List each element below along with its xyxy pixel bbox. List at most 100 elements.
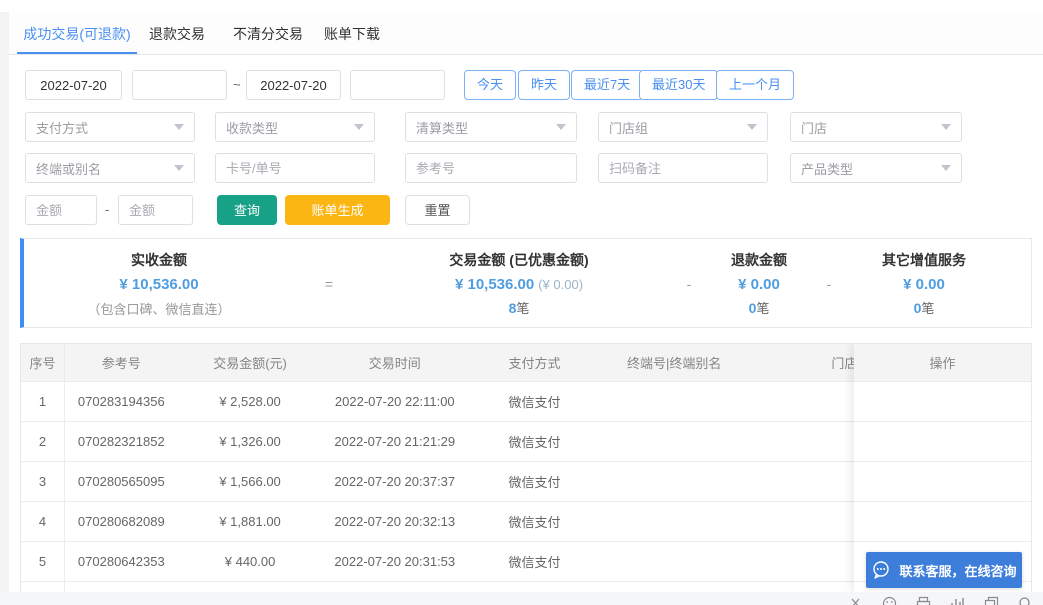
- transaction-amount-main: ¥ 10,536.00: [454, 275, 535, 293]
- header-operations: 操作: [854, 344, 1031, 382]
- chevron-down-icon: [354, 124, 364, 130]
- cell-reference-number: 070283194356: [77, 394, 165, 409]
- cell-payment-method: 微信支付: [467, 582, 602, 592]
- amount-max-input[interactable]: [118, 195, 193, 225]
- value-added-value: ¥ 0.00: [903, 275, 945, 293]
- received-amount-value: ¥ 10,536.00: [119, 276, 199, 293]
- transaction-amount-value: ¥ 10,536.00 (¥ 0.00): [364, 276, 674, 293]
- cell-terminal: [602, 542, 747, 581]
- header-time: 交易时间: [368, 356, 421, 371]
- transaction-count-unit: 笔: [516, 301, 530, 316]
- summary-transaction-amount: 交易金额 (已优惠金额) ¥ 10,536.00 (¥ 0.00) 8笔: [364, 239, 674, 327]
- cell-operations[interactable]: [854, 502, 1031, 542]
- quick-range-last-month-button[interactable]: 上一个月: [716, 70, 795, 100]
- cell-time: 2022-07-20 22:11:00: [334, 394, 455, 409]
- start-date-input[interactable]: [25, 70, 122, 100]
- store-group-select[interactable]: 门店组: [598, 112, 768, 142]
- search-button[interactable]: 查询: [217, 195, 277, 225]
- quick-range-7days-button[interactable]: 最近7天: [571, 70, 644, 100]
- amount-min-input[interactable]: [25, 195, 97, 225]
- cell-amount: ¥ 1,566.00: [219, 474, 281, 489]
- tab-unsettled-transactions[interactable]: 不清分交易: [233, 14, 303, 52]
- cell-terminal: [602, 462, 747, 501]
- summary-received-amount: 实收金额 ¥ 10,536.00 （包含口碑、微信直连）: [24, 239, 294, 327]
- transaction-count: 8笔: [364, 298, 674, 318]
- cell-amount: ¥ 1,881.00: [219, 514, 281, 529]
- store-group-select-label: 门店组: [609, 120, 649, 136]
- cell-time: 2022-07-20 21:21:29: [334, 434, 456, 449]
- tab-refund-transactions[interactable]: 退款交易: [149, 14, 205, 52]
- quick-range-yesterday-button[interactable]: 昨天: [518, 70, 571, 100]
- scan-remark-input[interactable]: [598, 153, 768, 183]
- summary-minus-operator-1: -: [686, 276, 692, 292]
- product-type-select-label: 产品类型: [801, 161, 854, 177]
- quick-range-today-button[interactable]: 今天: [464, 70, 517, 100]
- contact-support-button[interactable]: 联系客服，在线咨询: [866, 552, 1022, 588]
- summary-equals-operator: =: [324, 276, 334, 292]
- bottom-toolbar: [848, 596, 1033, 605]
- date-range-separator: ~: [233, 77, 241, 92]
- cell-operations[interactable]: [854, 462, 1031, 502]
- transaction-amount-label: 交易金额 (已优惠金额): [449, 252, 589, 268]
- chat-bubble-icon: [871, 560, 891, 580]
- chevron-down-icon: [174, 165, 184, 171]
- terminal-alias-select[interactable]: 终端或别名: [25, 153, 195, 183]
- payment-method-select[interactable]: 支付方式: [25, 112, 195, 142]
- emoji-icon[interactable]: [882, 596, 897, 605]
- cell-reference-number: 070287005060: [65, 582, 178, 592]
- store-select[interactable]: 门店: [790, 112, 962, 142]
- cell-payment-method: 微信支付: [508, 435, 561, 450]
- cell-index: 3: [21, 462, 65, 501]
- search-icon[interactable]: [1018, 596, 1033, 605]
- cell-operations[interactable]: [854, 422, 1031, 462]
- cell-reference-number: 070280682089: [77, 514, 165, 529]
- formula-icon[interactable]: [848, 596, 863, 605]
- cell-index: 6: [21, 582, 65, 592]
- header-reference-number: 参考号: [101, 356, 141, 371]
- tab-bill-download[interactable]: 账单下载: [323, 14, 381, 52]
- refund-amount-label: 退款金额: [731, 252, 787, 268]
- cell-amount: ¥ 440.00: [224, 554, 276, 569]
- cell-time: 2022-07-20 20:37:37: [334, 474, 456, 489]
- cell-terminal: [602, 382, 747, 421]
- windows-icon[interactable]: [984, 596, 999, 605]
- value-added-count: 0笔: [844, 298, 1004, 318]
- chart-icon[interactable]: [950, 596, 965, 605]
- tab-success-transactions[interactable]: 成功交易(可退款): [17, 14, 137, 54]
- chevron-down-icon: [941, 124, 951, 130]
- cell-reference-number: 070280565095: [77, 474, 165, 489]
- reset-button[interactable]: 重置: [405, 195, 470, 225]
- cell-index: 4: [21, 502, 65, 541]
- received-amount-label: 实收金额: [131, 252, 187, 268]
- card-number-input[interactable]: [215, 153, 375, 183]
- summary-minus-operator-2: -: [826, 276, 832, 292]
- refund-count-unit: 笔: [756, 301, 770, 316]
- collection-type-select[interactable]: 收款类型: [215, 112, 375, 142]
- contact-support-label: 联系客服，在线咨询: [899, 563, 1017, 579]
- reference-number-input[interactable]: [405, 153, 577, 183]
- header-index: 序号: [21, 344, 65, 381]
- end-date-input[interactable]: [246, 70, 341, 100]
- amount-range-separator: -: [105, 202, 110, 217]
- cell-time: 2022-07-20 20:32:13: [334, 514, 456, 529]
- settlement-type-select[interactable]: 清算类型: [405, 112, 577, 142]
- cell-operations[interactable]: [854, 382, 1031, 422]
- settlement-type-select-label: 清算类型: [416, 120, 469, 136]
- end-time-input[interactable]: [350, 70, 445, 100]
- chevron-down-icon: [556, 124, 566, 130]
- transaction-amount-discount: (¥ 0.00): [538, 276, 584, 292]
- product-type-select[interactable]: 产品类型: [790, 153, 962, 183]
- quick-range-30days-button[interactable]: 最近30天: [639, 70, 719, 100]
- terminal-alias-select-label: 终端或别名: [36, 161, 102, 177]
- generate-bill-button[interactable]: 账单生成: [285, 195, 390, 225]
- start-time-input[interactable]: [132, 70, 227, 100]
- transactions-page: 成功交易(可退款) 退款交易 不清分交易 账单下载 ~ 今天 昨天 最近7天 最…: [0, 0, 1043, 605]
- cell-time: 2022-07-20 20:31:53: [334, 554, 456, 569]
- cell-amount: ¥ 1,534.00: [178, 582, 323, 592]
- cell-terminal: [602, 582, 747, 592]
- summary-value-added-services: 其它增值服务 ¥ 0.00 0笔: [844, 239, 1004, 327]
- page-left-margin: [0, 12, 9, 592]
- cell-terminal: [602, 502, 747, 541]
- printer-icon[interactable]: [916, 596, 931, 605]
- cell-payment-method: 微信支付: [508, 395, 561, 410]
